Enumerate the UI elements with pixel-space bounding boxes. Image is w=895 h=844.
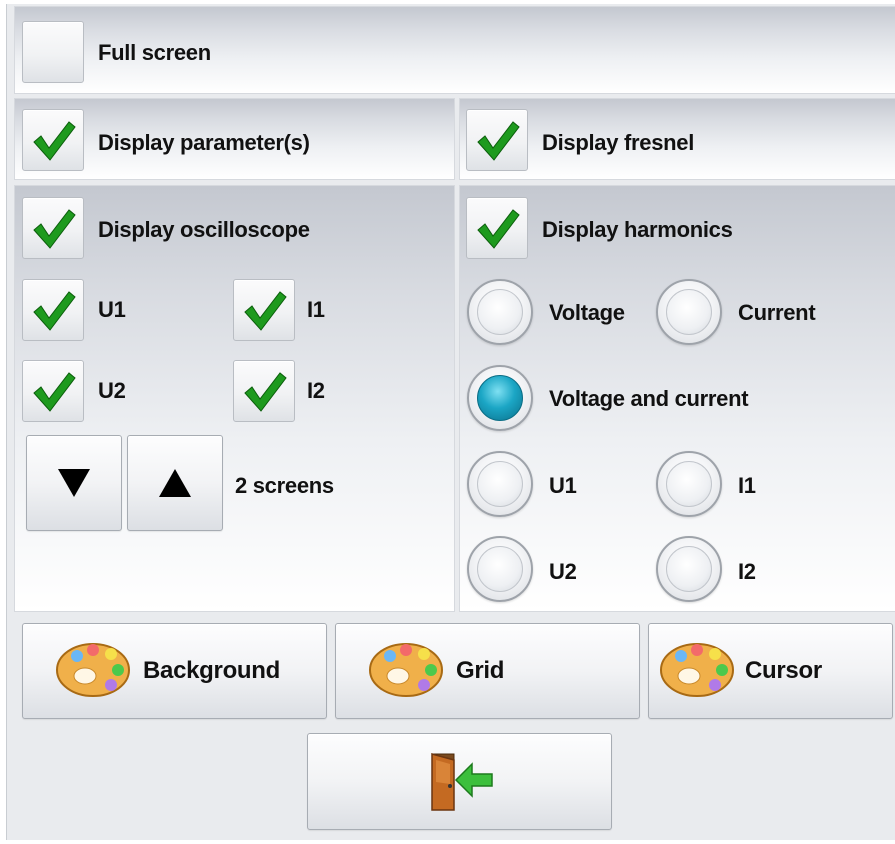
oscilloscope-u2-label: U2 <box>98 378 126 403</box>
screens-down-button[interactable] <box>26 435 122 531</box>
checkmark-icon <box>244 372 287 412</box>
triangle-up-icon <box>128 436 222 530</box>
harmonics-i1-radio[interactable] <box>656 451 722 517</box>
display-oscilloscope-checkbox[interactable] <box>22 197 84 259</box>
exit-button[interactable] <box>307 733 612 830</box>
palette-icon <box>369 643 443 697</box>
display-harmonics-checkbox[interactable] <box>466 197 528 259</box>
checkmark-icon <box>33 121 76 161</box>
harmonics-u2-label: U2 <box>549 559 577 584</box>
screens-count-label: 2 screens <box>235 473 334 498</box>
oscilloscope-u1-label: U1 <box>98 297 126 322</box>
display-settings-dialog: Full screen Display parameter(s) Display… <box>6 4 895 840</box>
harmonics-current-label: Current <box>738 300 816 325</box>
checkmark-icon <box>477 209 520 249</box>
full-screen-label: Full screen <box>98 40 211 65</box>
grid-color-label: Grid <box>456 657 505 684</box>
oscilloscope-u2-checkbox[interactable] <box>22 360 84 422</box>
grid-color-button[interactable]: Grid <box>335 623 640 719</box>
oscilloscope-i2-checkbox[interactable] <box>233 360 295 422</box>
checkmark-icon <box>33 372 76 412</box>
harmonics-voltage-radio[interactable] <box>467 279 533 345</box>
display-parameters-label: Display parameter(s) <box>98 130 310 155</box>
palette-icon <box>56 643 130 697</box>
harmonics-voltage-and-current-radio[interactable] <box>467 365 533 431</box>
harmonics-current-radio[interactable] <box>656 279 722 345</box>
harmonics-u2-radio[interactable] <box>467 536 533 602</box>
harmonics-i2-label: I2 <box>738 559 756 584</box>
checkmark-icon <box>477 121 520 161</box>
exit-door-icon <box>431 753 493 811</box>
full-screen-checkbox[interactable] <box>22 21 84 83</box>
display-fresnel-label: Display fresnel <box>542 130 695 155</box>
display-oscilloscope-label: Display oscilloscope <box>98 217 310 242</box>
triangle-down-icon <box>27 436 121 530</box>
harmonics-i2-radio[interactable] <box>656 536 722 602</box>
cursor-color-button[interactable]: Cursor <box>648 623 893 719</box>
checkmark-icon <box>244 291 287 331</box>
display-fresnel-checkbox[interactable] <box>466 109 528 171</box>
display-parameters-checkbox[interactable] <box>22 109 84 171</box>
oscilloscope-i2-label: I2 <box>307 378 325 403</box>
display-harmonics-label: Display harmonics <box>542 217 733 242</box>
checkmark-icon <box>33 291 76 331</box>
harmonics-voltage-and-current-label: Voltage and current <box>549 386 749 411</box>
background-color-label: Background <box>143 657 281 684</box>
harmonics-i1-label: I1 <box>738 473 756 498</box>
harmonics-voltage-label: Voltage <box>549 300 625 325</box>
palette-icon <box>660 643 734 697</box>
screens-up-button[interactable] <box>127 435 223 531</box>
oscilloscope-i1-checkbox[interactable] <box>233 279 295 341</box>
oscilloscope-u1-checkbox[interactable] <box>22 279 84 341</box>
checkmark-icon <box>33 209 76 249</box>
harmonics-u1-radio[interactable] <box>467 451 533 517</box>
cursor-color-label: Cursor <box>745 657 822 684</box>
harmonics-u1-label: U1 <box>549 473 577 498</box>
oscilloscope-i1-label: I1 <box>307 297 325 322</box>
background-color-button[interactable]: Background <box>22 623 327 719</box>
